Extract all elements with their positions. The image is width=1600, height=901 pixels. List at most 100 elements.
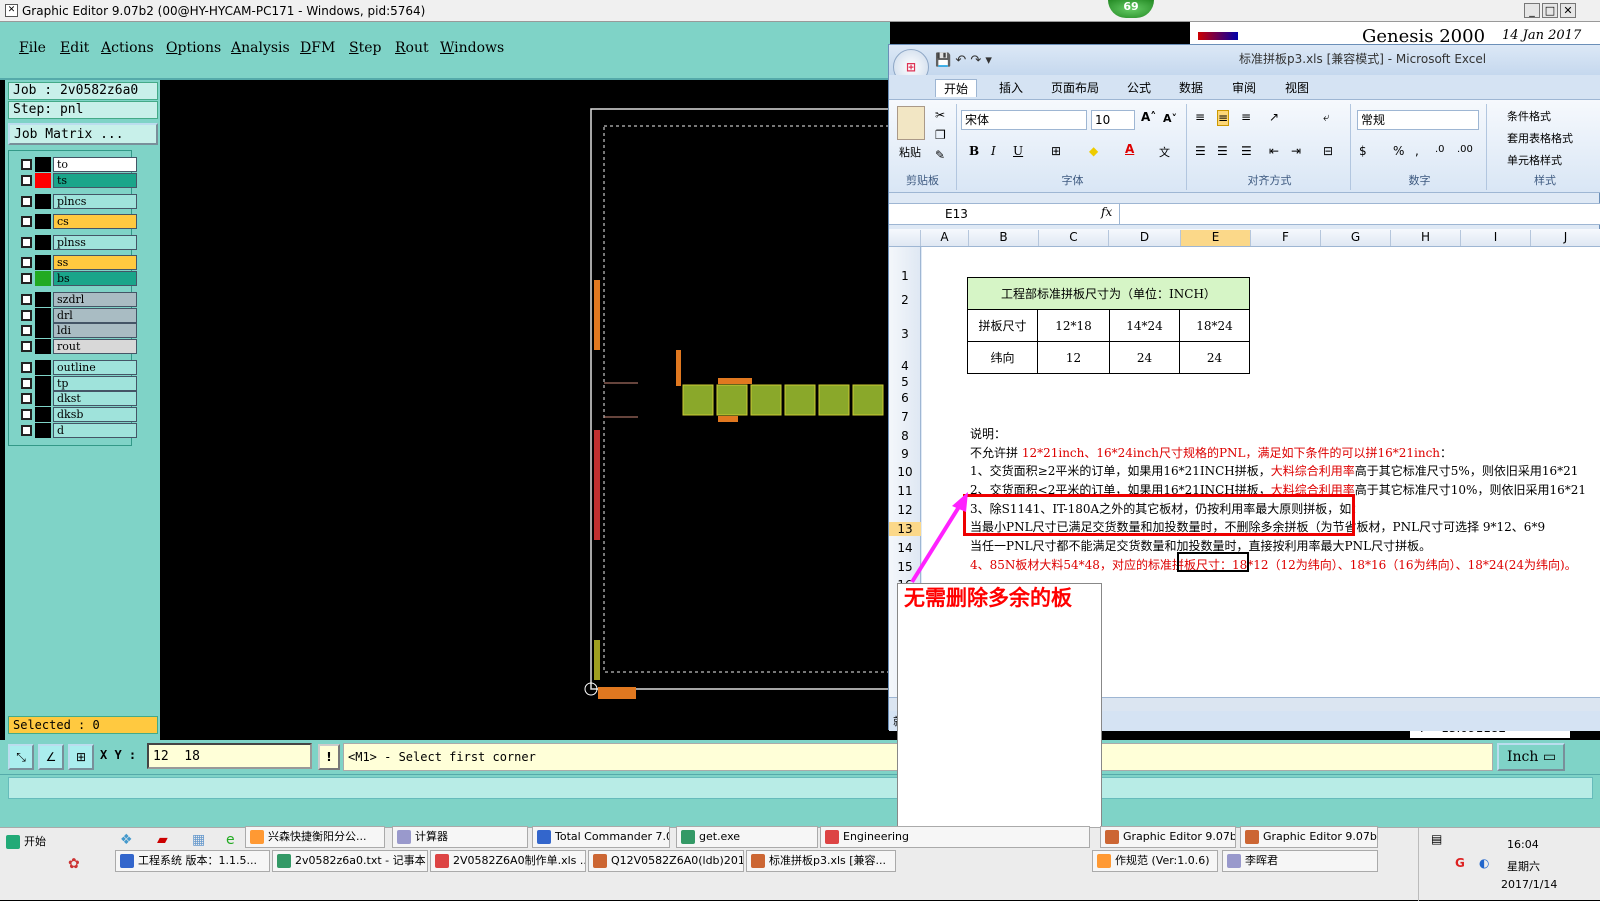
underline-button[interactable]: U — [1013, 144, 1023, 158]
table-cell[interactable]: 14*24 — [1109, 309, 1180, 342]
layer-name[interactable]: plncs — [53, 194, 137, 209]
layer-checkbox[interactable] — [21, 196, 32, 207]
tray-icon-network[interactable]: ◐ — [1479, 856, 1489, 870]
layer-name[interactable]: bs — [53, 271, 137, 286]
cut-icon[interactable]: ✂ — [935, 108, 945, 122]
row-header-6[interactable]: 6 — [889, 391, 921, 405]
layer-name[interactable]: d — [53, 423, 137, 438]
layer-name[interactable]: ts — [53, 173, 137, 188]
column-header-H[interactable]: H — [1391, 230, 1461, 246]
layer-checkbox[interactable] — [21, 325, 32, 336]
layer-color-swatch[interactable] — [35, 323, 51, 338]
tab-home[interactable]: 开始 — [935, 79, 978, 97]
taskbar-button[interactable]: 作规范 (Ver:1.0.6) — [1092, 850, 1218, 872]
layer-checkbox[interactable] — [21, 378, 32, 389]
layer-row-tp[interactable]: tp — [19, 376, 137, 391]
row-header-7[interactable]: 7 — [889, 410, 921, 424]
layer-row-szdrl[interactable]: szdrl — [19, 292, 137, 307]
tab-insert[interactable]: 插入 — [999, 79, 1023, 96]
layer-row-ts[interactable]: ts — [19, 173, 137, 188]
currency-icon[interactable]: $ — [1359, 144, 1367, 158]
layer-row-rout[interactable]: rout — [19, 339, 137, 354]
number-format-select[interactable]: 常规 — [1357, 110, 1479, 130]
layer-name[interactable]: ss — [53, 255, 137, 270]
column-header-I[interactable]: I — [1461, 230, 1531, 246]
taskbar-button[interactable]: Graphic Editor 9.07b2... — [1240, 826, 1378, 848]
taskbar-button[interactable]: Q12V0582Z6A0(ldb)201... — [588, 850, 744, 872]
units-selector[interactable]: Inch ▭ — [1497, 743, 1565, 771]
layer-color-swatch[interactable] — [35, 173, 51, 188]
layer-color-swatch[interactable] — [35, 214, 51, 229]
name-box[interactable]: E13 — [893, 205, 1045, 223]
layer-color-swatch[interactable] — [35, 308, 51, 323]
job-matrix-button[interactable]: Job Matrix ... — [8, 123, 158, 145]
menu-edit[interactable]: Edit — [60, 40, 89, 56]
menu-file[interactable]: File — [19, 40, 46, 56]
format-table-button[interactable]: 套用表格格式 — [1507, 130, 1573, 146]
layer-row-to[interactable]: to — [19, 157, 137, 172]
snap-grid-icon[interactable]: ⊞ — [68, 744, 94, 770]
start-button[interactable]: 开始 — [2, 832, 52, 854]
layer-row-ldi[interactable]: ldi — [19, 323, 137, 338]
measure-icon[interactable]: ∠ — [38, 744, 64, 770]
table-cell[interactable]: 纬向 — [967, 341, 1038, 374]
layer-name[interactable]: dksb — [53, 407, 137, 422]
layer-checkbox[interactable] — [21, 393, 32, 404]
align-middle-icon[interactable]: ≡ — [1217, 110, 1230, 126]
column-header-D[interactable]: D — [1109, 230, 1181, 246]
table-cell[interactable]: 12 — [1037, 341, 1110, 374]
layer-name[interactable]: outline — [53, 360, 137, 375]
layer-row-dksb[interactable]: dksb — [19, 407, 137, 422]
phonetic-icon[interactable]: 文 — [1159, 144, 1170, 160]
maximize-button[interactable]: □ — [1542, 3, 1558, 18]
tab-page-layout[interactable]: 页面布局 — [1051, 79, 1099, 96]
merge-cells-icon[interactable]: ⊟ — [1323, 144, 1333, 158]
increase-indent-icon[interactable]: ⇥ — [1291, 144, 1301, 158]
layer-name[interactable]: szdrl — [53, 292, 137, 307]
align-left-icon[interactable]: ☰ — [1195, 144, 1206, 158]
quick-access-toolbar[interactable]: 💾 ↶ ↷ ▾ — [935, 47, 992, 75]
layer-checkbox[interactable] — [21, 362, 32, 373]
conditional-format-button[interactable]: 条件格式 — [1507, 108, 1551, 124]
fill-color-icon[interactable]: ◆ — [1089, 144, 1098, 158]
percent-icon[interactable]: % — [1393, 144, 1404, 158]
layer-checkbox[interactable] — [21, 159, 32, 170]
layer-row-plnss[interactable]: plnss — [19, 235, 137, 250]
column-header-E[interactable]: E — [1181, 230, 1251, 246]
layer-color-swatch[interactable] — [35, 194, 51, 209]
menu-dfm[interactable]: DFM — [300, 40, 335, 56]
layer-row-bs[interactable]: bs — [19, 271, 137, 286]
pdf-icon[interactable]: ▰ — [157, 832, 168, 848]
quicklaunch-icon-1[interactable]: ❖ — [120, 832, 133, 848]
decrease-decimal-icon[interactable]: .00 — [1457, 144, 1473, 155]
row-header-9[interactable]: 9 — [889, 447, 921, 461]
cell-styles-button[interactable]: 单元格样式 — [1507, 152, 1562, 168]
tab-formulas[interactable]: 公式 — [1127, 79, 1151, 96]
layer-row-ss[interactable]: ss — [19, 255, 137, 270]
layer-checkbox[interactable] — [21, 409, 32, 420]
taskbar-button[interactable]: 工程系统 版本：1.1.5... — [115, 850, 270, 872]
layer-checkbox[interactable] — [21, 425, 32, 436]
select-all-corner[interactable] — [889, 230, 921, 246]
info-icon[interactable]: ! — [318, 744, 340, 770]
align-right-icon[interactable]: ☰ — [1241, 144, 1252, 158]
layer-color-swatch[interactable] — [35, 271, 51, 286]
layer-color-swatch[interactable] — [35, 235, 51, 250]
taskbar-button[interactable]: 兴森快捷衡阳分公... — [245, 826, 385, 848]
row-header-1[interactable]: 1 — [889, 269, 921, 283]
increase-decimal-icon[interactable]: .0 — [1435, 144, 1445, 155]
layer-name[interactable]: drl — [53, 308, 137, 323]
shrink-font-icon[interactable]: A˅ — [1163, 112, 1177, 125]
layer-row-drl[interactable]: drl — [19, 308, 137, 323]
taskbar-button[interactable]: 计算器 — [392, 826, 528, 848]
layer-name[interactable]: plnss — [53, 235, 137, 250]
menu-options[interactable]: Options — [166, 40, 221, 56]
layer-name[interactable]: tp — [53, 376, 137, 391]
close-button[interactable]: ✕ — [1560, 3, 1576, 18]
font-name-select[interactable]: 宋体 — [961, 110, 1087, 130]
column-header-B[interactable]: B — [969, 230, 1039, 246]
layer-checkbox[interactable] — [21, 294, 32, 305]
row-header-10[interactable]: 10 — [889, 465, 921, 479]
layer-checkbox[interactable] — [21, 237, 32, 248]
layer-color-swatch[interactable] — [35, 292, 51, 307]
